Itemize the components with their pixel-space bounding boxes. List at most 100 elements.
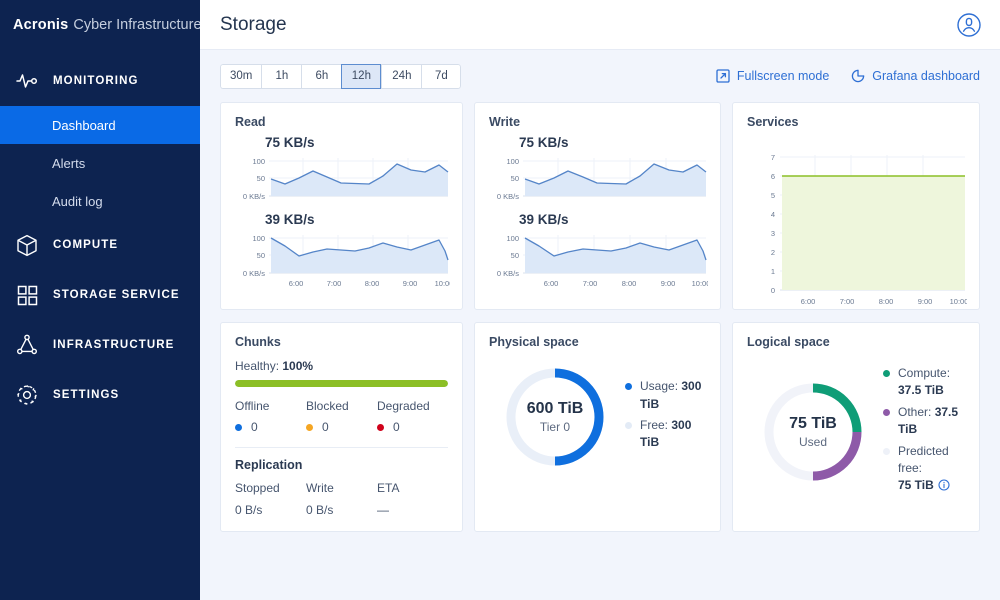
- range-button-12h[interactable]: 12h: [341, 63, 382, 89]
- logical-space-body: 75 TiB Used Compute: 37.5 TiB Other: 37.5…: [747, 365, 965, 499]
- legend-text-compute: Compute: 37.5 TiB: [898, 366, 951, 398]
- chunk-state-blocked: Blocked 0: [306, 399, 377, 434]
- gear-icon: [13, 381, 41, 409]
- range-button-6h[interactable]: 6h: [301, 63, 342, 89]
- sidebar: Acronis Cyber Infrastructure MONITORING …: [0, 0, 202, 600]
- time-range-selector[interactable]: 30m 1h 6h 12h 24h 7d: [220, 63, 462, 89]
- replication-write: Write 0 B/s: [306, 481, 377, 517]
- svg-text:6: 6: [771, 172, 775, 181]
- chunk-state-label: Blocked: [306, 399, 349, 413]
- range-button-30m[interactable]: 30m: [220, 63, 262, 89]
- range-button-24h[interactable]: 24h: [381, 63, 422, 89]
- svg-text:0 KB/s: 0 KB/s: [243, 269, 265, 278]
- panel-title-services: Services: [747, 115, 799, 129]
- svg-text:2: 2: [771, 248, 775, 257]
- range-button-7d[interactable]: 7d: [421, 63, 462, 89]
- sidebar-item-compute[interactable]: COMPUTE: [0, 220, 200, 270]
- panel-title-write: Write: [489, 115, 521, 129]
- sidebar-item-settings[interactable]: SETTINGS: [0, 370, 200, 420]
- legend-dot-other: [883, 408, 890, 416]
- svg-text:9:00: 9:00: [918, 297, 933, 306]
- svg-text:10:00: 10:00: [692, 279, 708, 288]
- grafana-dashboard-label: Grafana dashboard: [872, 69, 980, 83]
- chunk-state-value: 0: [393, 420, 400, 434]
- write-bottom-chart: 100 50 0 KB/s 6:00 7:00 8:00 9:00 10:0: [497, 234, 708, 288]
- panel-services: Services 7 6 5 4 3 2 1 0 6:00 7:00 8:00 …: [732, 102, 980, 310]
- svg-text:50: 50: [511, 251, 519, 260]
- grafana-dashboard-button[interactable]: Grafana dashboard: [851, 69, 980, 83]
- replication-stats: Stopped 0 B/s Write 0 B/s ETA —: [235, 481, 448, 517]
- fullscreen-mode-label: Fullscreen mode: [736, 69, 830, 83]
- user-account-icon[interactable]: [956, 12, 982, 38]
- main-content: Storage 30m 1h 6h 12h 24h 7d Fullscreen …: [200, 0, 1000, 600]
- svg-text:3: 3: [771, 229, 775, 238]
- svg-text:50: 50: [257, 174, 265, 183]
- network-icon: [13, 331, 41, 359]
- brand-logo[interactable]: Acronis Cyber Infrastructure: [0, 0, 202, 50]
- svg-text:6:00: 6:00: [544, 279, 559, 288]
- status-dot-offline: [235, 423, 242, 431]
- svg-text:100: 100: [252, 234, 265, 243]
- svg-text:6:00: 6:00: [289, 279, 304, 288]
- range-button-1h[interactable]: 1h: [261, 63, 302, 89]
- read-bottom-value: 39 KB/s: [265, 212, 315, 227]
- legend-item-usage: Usage: 300 TiB: [625, 378, 706, 413]
- svg-text:8:00: 8:00: [879, 297, 894, 306]
- sidebar-item-dashboard[interactable]: Dashboard: [0, 106, 200, 144]
- legend-item-compute: Compute: 37.5 TiB: [883, 365, 965, 400]
- replication-title: Replication: [235, 458, 303, 472]
- svg-text:50: 50: [511, 174, 519, 183]
- cube-icon: [13, 231, 41, 259]
- legend-item-free: Free: 300 TiB: [625, 417, 706, 452]
- panel-read: Read 75 KB/s 100 50 0 KB/s 39 KB/s 100 5…: [220, 102, 463, 310]
- legend-item-other: Other: 37.5 TiB: [883, 404, 965, 439]
- chunk-state-label: Degraded: [377, 399, 430, 413]
- chunks-healthy-bar-fill: [235, 380, 448, 387]
- svg-text:100: 100: [506, 157, 519, 166]
- toolbar-links: Fullscreen mode Grafana dashboard: [716, 69, 980, 83]
- svg-text:7:00: 7:00: [327, 279, 342, 288]
- chunk-state-row: 0: [235, 420, 306, 434]
- sidebar-item-label: MONITORING: [53, 75, 139, 87]
- chunk-state-row: 0: [306, 420, 377, 434]
- panel-write: Write 75 KB/s 100 50 0 KB/s 39 KB/s 100 …: [474, 102, 721, 310]
- physical-space-donut: 600 TiB Tier 0: [503, 365, 607, 469]
- brand-product: Cyber Infrastructure: [73, 17, 202, 33]
- panel-title-logical-space: Logical space: [747, 335, 830, 349]
- chunk-state-degraded: Degraded 0: [377, 399, 448, 434]
- sidebar-item-label: STORAGE SERVICE: [53, 289, 180, 301]
- panel-title-physical-space: Physical space: [489, 335, 579, 349]
- svg-text:4: 4: [771, 210, 775, 219]
- chunks-healthy-label: Healthy:: [235, 359, 280, 373]
- replication-label: Write: [306, 481, 334, 495]
- toolbar: 30m 1h 6h 12h 24h 7d Fullscreen mode Gra…: [200, 50, 1000, 102]
- chunks-healthy-text: Healthy: 100%: [235, 359, 448, 373]
- svg-text:9:00: 9:00: [661, 279, 676, 288]
- svg-text:5: 5: [771, 191, 775, 200]
- svg-text:6:00: 6:00: [801, 297, 816, 306]
- sidebar-item-infrastructure[interactable]: INFRASTRUCTURE: [0, 320, 200, 370]
- logical-space-center: 75 TiB Used: [761, 380, 865, 484]
- svg-text:0 KB/s: 0 KB/s: [497, 192, 519, 201]
- sidebar-item-audit-log[interactable]: Audit log: [0, 182, 200, 220]
- panel-title-chunks: Chunks: [235, 335, 281, 349]
- sidebar-subitem-label: Audit log: [52, 193, 103, 209]
- svg-text:0 KB/s: 0 KB/s: [497, 269, 519, 278]
- sidebar-item-alerts[interactable]: Alerts: [0, 144, 200, 182]
- sidebar-item-label: SETTINGS: [53, 389, 120, 401]
- legend-dot-free: [625, 422, 632, 429]
- logical-space-donut: 75 TiB Used: [761, 380, 865, 484]
- brand-name: Acronis: [13, 17, 69, 33]
- svg-text:100: 100: [506, 234, 519, 243]
- fullscreen-mode-button[interactable]: Fullscreen mode: [716, 69, 829, 83]
- physical-space-body: 600 TiB Tier 0 Usage: 300 TiB Free: 300 …: [489, 365, 706, 469]
- dashboard-grid: Read 75 KB/s 100 50 0 KB/s 39 KB/s 100 5…: [200, 102, 1000, 532]
- status-dot-blocked: [306, 423, 313, 431]
- sidebar-item-monitoring[interactable]: MONITORING: [0, 56, 200, 106]
- svg-text:8:00: 8:00: [365, 279, 380, 288]
- sidebar-item-storage-service[interactable]: STORAGE SERVICE: [0, 270, 200, 320]
- info-icon[interactable]: [938, 479, 950, 491]
- sidebar-nav: MONITORING Dashboard Alerts Audit log CO…: [0, 56, 200, 420]
- read-top-chart: 100 50 0 KB/s: [243, 157, 449, 201]
- chunk-state-row: 0: [377, 420, 448, 434]
